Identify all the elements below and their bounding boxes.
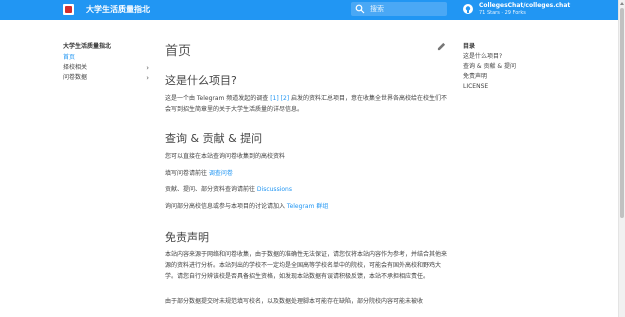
table-of-contents: 目录 这是什么项目? 查询 & 贡献 & 提问 免责声明 LICENSE xyxy=(463,41,553,92)
toc-item-query[interactable]: 查询 & 贡献 & 提问 xyxy=(463,62,553,72)
telegram-group-link[interactable]: Telegram 群组 xyxy=(287,203,328,210)
query-text-4: 询问部分高校信息或参与本项目的讨论请加入 xyxy=(165,203,287,210)
section-heading-about: 这是什么项目? xyxy=(165,74,237,87)
top-app-bar: 大学生活质量指北 搜索 CollegesChat/colleges.chat 7… xyxy=(0,0,618,20)
query-text-2: 填写问卷请前往 xyxy=(165,170,209,177)
search-placeholder: 搜索 xyxy=(370,5,384,13)
sidebar-item-label: 择校相关 xyxy=(63,64,88,71)
toc-item-disclaimer[interactable]: 免责声明 xyxy=(463,72,553,82)
query-line-4: 询问部分高校信息或参与本项目的讨论请加入 Telegram 群组 xyxy=(165,201,448,212)
toc-item-about[interactable]: 这是什么项目? xyxy=(463,52,553,62)
site-logo-icon[interactable] xyxy=(63,4,74,15)
reference-link-1[interactable]: [1] xyxy=(270,95,279,102)
nav-title: 大学生活质量指北 xyxy=(63,43,112,50)
sidebar-item-survey-data[interactable]: 问卷数据 › xyxy=(63,73,153,83)
toc-title: 目录 xyxy=(463,43,476,50)
chevron-right-icon: › xyxy=(146,74,149,82)
query-text-1: 您可以直接在本站查询问卷收集到的高校资料 xyxy=(165,153,286,160)
query-text-3: 贡献、提问、部分资料查询请前往 xyxy=(165,186,257,193)
search-box[interactable]: 搜索 xyxy=(351,2,447,16)
page-title: 首页 xyxy=(165,44,192,59)
about-paragraph: 这是一个由 Telegram 频道发起的调查 [1] [2] 启发的资料汇总项目… xyxy=(165,93,448,115)
section-heading-query: 查询 & 贡献 & 提问 xyxy=(165,132,263,145)
discussions-link[interactable]: Discussions xyxy=(257,186,292,193)
query-line-2: 填写问卷请前往 调查问卷 xyxy=(165,168,448,179)
section-heading-disclaimer: 免责声明 xyxy=(165,231,209,244)
disclaimer-paragraph-1: 本站内容来源于网络和问卷收集，由于数据的准确性无法保证，请您仅将本站内容作为参考… xyxy=(165,251,448,280)
reference-link-2[interactable]: [2] xyxy=(281,95,290,102)
sidebar-item-home[interactable]: 首页 xyxy=(63,53,153,63)
search-icon xyxy=(355,4,365,14)
site-title[interactable]: 大学生活质量指北 xyxy=(86,4,150,15)
scrollbar-thumb[interactable] xyxy=(620,8,624,218)
sidebar-item-label: 问卷数据 xyxy=(63,74,88,81)
repo-name: CollegesChat/colleges.chat xyxy=(479,2,571,9)
query-line-3: 贡献、提问、部分资料查询请前往 Discussions xyxy=(165,184,448,195)
sidebar-item-label: 首页 xyxy=(63,54,76,61)
disclaimer-paragraph-2: 由于部分数据提交时未规范填写校名，以及数据处理脚本可能存在缺陷，部分院校内容可能… xyxy=(165,298,424,305)
sidebar-nav: 大学生活质量指北 首页 择校相关 › 问卷数据 › xyxy=(63,41,153,83)
page-scrollbar[interactable] xyxy=(618,0,625,317)
github-icon xyxy=(463,4,473,14)
repo-stats: 71 Stars · 29 Forks xyxy=(479,10,526,16)
chevron-right-icon: › xyxy=(146,64,149,72)
edit-icon[interactable] xyxy=(437,42,446,51)
about-text-start: 这是一个由 Telegram 频道发起的调查 xyxy=(165,95,271,102)
query-line-1: 您可以直接在本站查询问卷收集到的高校资料 xyxy=(165,151,448,162)
toc-item-license[interactable]: LICENSE xyxy=(463,82,553,92)
survey-link[interactable]: 调查问卷 xyxy=(209,170,233,177)
sidebar-item-school-selection[interactable]: 择校相关 › xyxy=(63,63,153,73)
scroll-up-arrow-icon[interactable] xyxy=(620,2,624,5)
